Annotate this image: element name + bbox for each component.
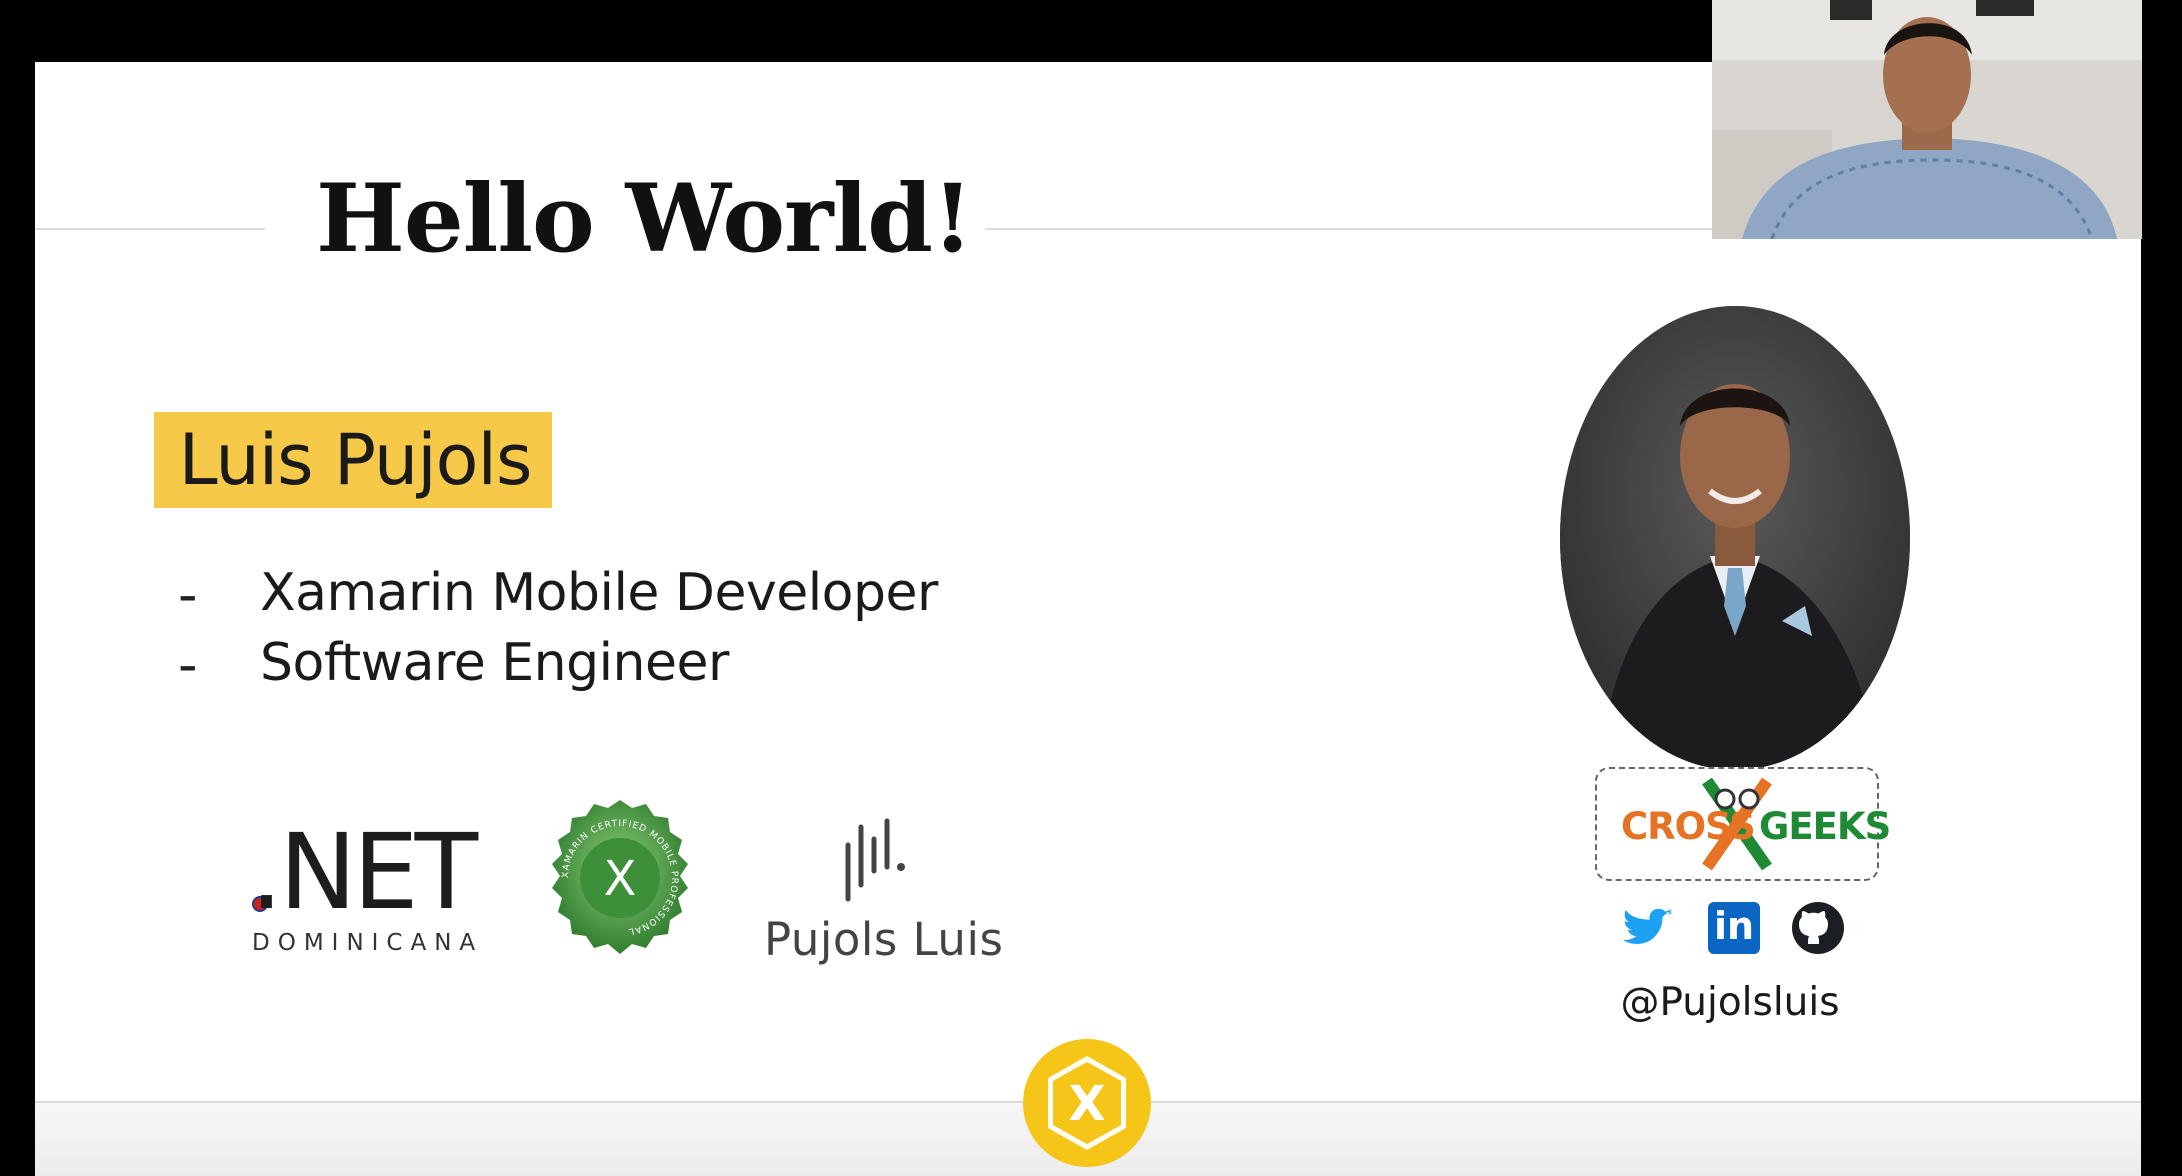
badge-letter: X bbox=[604, 851, 637, 907]
presenter-name: Luis Pujols bbox=[178, 419, 533, 501]
net-logo-subtext: DOMINICANA bbox=[252, 930, 484, 956]
slide-title: Hello World! bbox=[316, 164, 973, 274]
title-rule-left bbox=[35, 228, 265, 230]
cross-text: CROSS bbox=[1621, 805, 1756, 848]
linkedin-letters: in bbox=[1714, 904, 1755, 948]
github-icon[interactable] bbox=[1790, 900, 1846, 956]
role-bullet: - bbox=[178, 633, 198, 696]
net-logo-text: .NET bbox=[250, 811, 478, 933]
webcam-image bbox=[1712, 0, 2142, 239]
pujols-luis-text: Pujols Luis bbox=[764, 913, 1004, 966]
role-item: Software Engineer bbox=[260, 633, 729, 693]
cross-geeks-logo: CROSS GEEKS bbox=[1595, 767, 1891, 881]
role-bullet: - bbox=[178, 563, 198, 626]
webcam-video bbox=[1712, 0, 2142, 239]
title-rule-right bbox=[985, 228, 1715, 230]
bars-logo-icon bbox=[845, 818, 905, 902]
twitter-icon[interactable] bbox=[1622, 900, 1678, 956]
xamarin-certified-badge-icon: X XAMARIN CERTIFIED MOBILE PROFESSIONAL bbox=[552, 800, 688, 954]
geeks-text: GEEKS bbox=[1759, 805, 1891, 848]
xamarin-logo-icon: X bbox=[1023, 1039, 1151, 1167]
presenter-portrait bbox=[1560, 306, 1910, 770]
xamarin-logo-letter: X bbox=[1068, 1076, 1105, 1132]
portrait-image bbox=[1560, 306, 1910, 770]
role-item: Xamarin Mobile Developer bbox=[260, 563, 938, 623]
pujols-luis-logo: Pujols Luis bbox=[760, 815, 1004, 975]
net-dominicana-logo: .NET DOMINICANA bbox=[250, 816, 480, 966]
social-handle: @Pujolsluis bbox=[1620, 980, 1840, 1025]
linkedin-icon[interactable]: in bbox=[1708, 902, 1760, 954]
